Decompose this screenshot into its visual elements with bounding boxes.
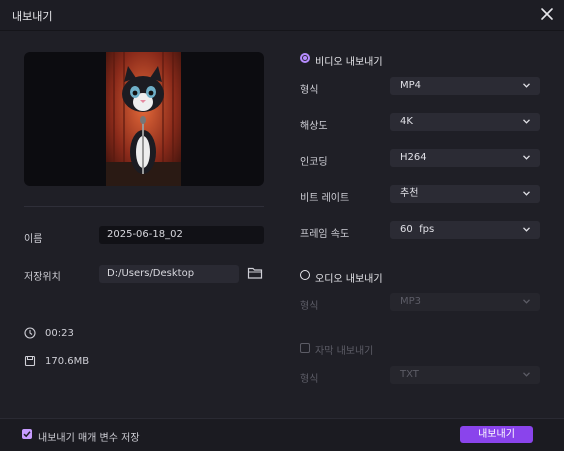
video-export-radio[interactable] xyxy=(300,53,310,63)
close-icon[interactable] xyxy=(538,5,556,23)
clock-icon xyxy=(24,327,36,339)
save-params-checkbox[interactable] xyxy=(22,429,32,439)
subtitle-format-select[interactable]: TXT xyxy=(390,366,540,384)
chevron-down-icon xyxy=(523,83,530,88)
frame-rate-select[interactable]: 60 fps xyxy=(390,221,540,239)
file-size-icon xyxy=(24,355,36,367)
left-divider xyxy=(24,206,264,207)
video-format-value: MP4 xyxy=(400,80,422,91)
encoding-label: 인코딩 xyxy=(300,157,328,168)
audio-format-value: MP3 xyxy=(400,296,422,307)
save-location-input[interactable]: D:/Users/Desktop xyxy=(99,265,239,283)
checkmark-icon xyxy=(23,431,31,438)
video-format-select[interactable]: MP4 xyxy=(390,77,540,95)
bitrate-value: 추천 xyxy=(400,188,419,199)
chevron-down-icon xyxy=(523,372,530,377)
audio-export-label: 오디오 내보내기 xyxy=(315,274,383,285)
save-location-label: 저장위치 xyxy=(24,272,61,283)
subtitle-format-label: 형식 xyxy=(300,374,319,385)
preview-thumbnail xyxy=(106,52,181,186)
name-input[interactable]: 2025-06-18_02 xyxy=(99,226,264,244)
subtitle-export-checkbox[interactable] xyxy=(300,343,310,353)
frame-rate-value: 60 fps xyxy=(400,224,435,235)
title-bar: 내보내기 xyxy=(0,0,564,31)
duration-value: 00:23 xyxy=(45,328,74,339)
export-button[interactable]: 내보내기 xyxy=(460,426,533,443)
encoding-select[interactable]: H264 xyxy=(390,149,540,167)
chevron-down-icon xyxy=(523,155,530,160)
save-params-label: 내보내기 매개 변수 저장 xyxy=(38,433,140,444)
frame-rate-label: 프레임 속도 xyxy=(300,229,350,240)
chevron-down-icon xyxy=(523,191,530,196)
name-label: 이름 xyxy=(24,234,43,245)
audio-export-radio[interactable] xyxy=(300,270,310,280)
bitrate-select[interactable]: 추천 xyxy=(390,185,540,203)
chevron-down-icon xyxy=(523,227,530,232)
dialog-title: 내보내기 xyxy=(12,10,53,23)
subtitle-export-label: 자막 내보내기 xyxy=(315,346,374,357)
chevron-down-icon xyxy=(523,299,530,304)
bitrate-label: 비트 레이트 xyxy=(300,193,350,204)
resolution-value: 4K xyxy=(400,116,413,127)
encoding-value: H264 xyxy=(400,152,427,163)
video-format-label: 형식 xyxy=(300,85,319,96)
chevron-down-icon xyxy=(523,119,530,124)
file-size-value: 170.6MB xyxy=(45,356,90,367)
folder-icon[interactable] xyxy=(247,266,263,280)
audio-format-select[interactable]: MP3 xyxy=(390,293,540,311)
video-preview xyxy=(24,52,264,186)
resolution-label: 해상도 xyxy=(300,121,328,132)
audio-format-label: 형식 xyxy=(300,301,319,312)
subtitle-format-value: TXT xyxy=(400,369,419,380)
resolution-select[interactable]: 4K xyxy=(390,113,540,131)
video-export-label: 비디오 내보내기 xyxy=(315,57,383,68)
